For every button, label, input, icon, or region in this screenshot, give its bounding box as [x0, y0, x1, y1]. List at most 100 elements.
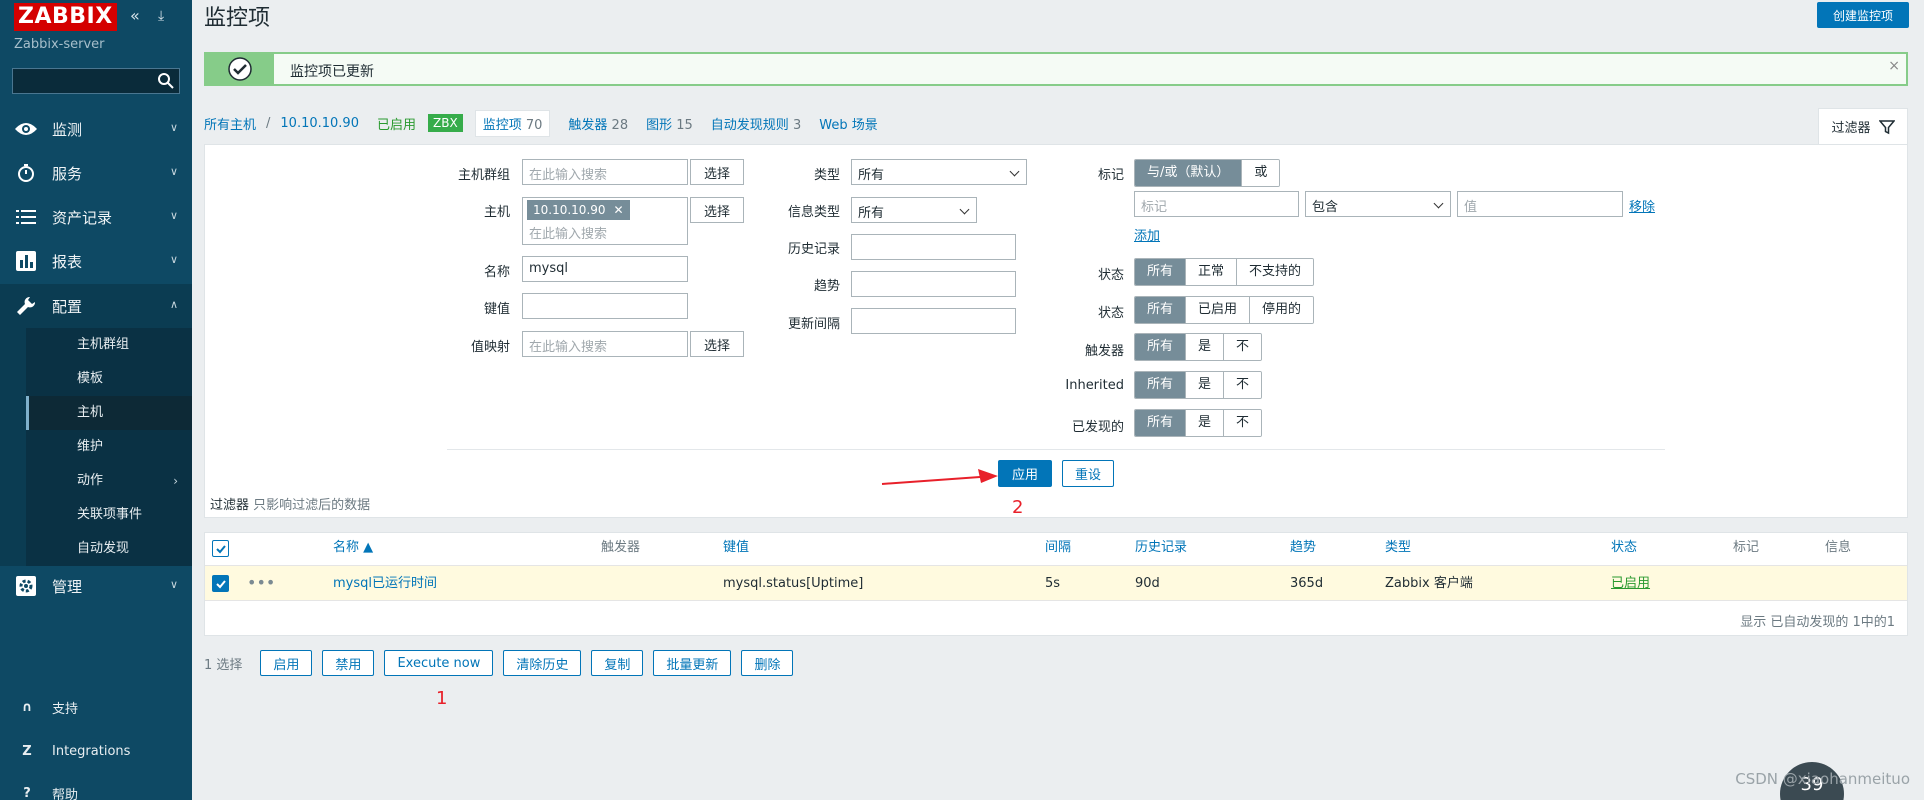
filter-toggle-tab[interactable]: 过滤器 [1818, 108, 1908, 144]
clear-history-button[interactable]: 清除历史 [503, 650, 582, 676]
sidebar-integrations[interactable]: Z Integrations [0, 734, 192, 768]
close-icon[interactable]: × [1888, 58, 1900, 74]
tag-value-input[interactable]: 值 [1457, 191, 1623, 217]
host-select-button[interactable]: 选择 [690, 197, 744, 223]
create-item-button[interactable]: 创建监控项 [1817, 2, 1909, 28]
execute-now-button[interactable]: Execute now [384, 650, 494, 676]
sidebar-item-discovery[interactable]: 自动发现 [0, 532, 192, 566]
nav-administration[interactable]: 管理 ∨ [0, 564, 192, 608]
triggers-toggle[interactable]: 所有 是 不 [1134, 333, 1263, 361]
sidebar-item-event-correlation[interactable]: 关联项事件 [0, 498, 192, 532]
item-name-link[interactable]: mysql已运行时间 [333, 566, 437, 602]
host-group-label: 主机群组 [457, 168, 510, 183]
host-chip[interactable]: 10.10.10.90 ✕ [527, 200, 630, 220]
copy-button[interactable]: 复制 [591, 650, 644, 676]
remove-chip-icon[interactable]: ✕ [614, 203, 624, 217]
sidebar-item-host-groups[interactable]: 主机群组 [0, 328, 192, 362]
value-map-select-button[interactable]: 选择 [690, 331, 744, 357]
mass-update-button[interactable]: 批量更新 [653, 650, 732, 676]
inherited-no-option[interactable]: 不 [1224, 372, 1262, 398]
enable-button[interactable]: 启用 [260, 650, 313, 676]
disable-button[interactable]: 禁用 [322, 650, 375, 676]
kiosk-mode-icon[interactable]: ⤓ [158, 8, 164, 24]
inherited-toggle[interactable]: 所有 是 不 [1134, 371, 1263, 399]
sidebar-item-templates[interactable]: 模板 [0, 362, 192, 396]
discovered-toggle[interactable]: 所有 是 不 [1134, 409, 1263, 437]
triggers-all-option[interactable]: 所有 [1135, 334, 1187, 360]
tag-name-input[interactable]: 标记 [1134, 191, 1299, 217]
reset-button[interactable]: 重设 [1062, 460, 1114, 487]
zabbix-logo[interactable]: ZABBIX [14, 3, 117, 31]
select-all-checkbox[interactable] [212, 540, 229, 557]
inherited-yes-option[interactable]: 是 [1186, 372, 1225, 398]
column-header-history[interactable]: 历史记录 [1135, 533, 1187, 563]
triggers-no-option[interactable]: 不 [1224, 334, 1262, 360]
tab-items[interactable]: 监控项 70 [474, 109, 551, 137]
tags-or-option[interactable]: 或 [1242, 160, 1280, 186]
nav-label: 管理 [52, 577, 83, 596]
apply-button[interactable]: 应用 [998, 460, 1052, 487]
state-all-option[interactable]: 所有 [1135, 259, 1187, 285]
discovered-no-option[interactable]: 不 [1224, 410, 1262, 436]
host-group-input[interactable]: 在此输入搜索 [522, 159, 688, 185]
triggers-yes-option[interactable]: 是 [1186, 334, 1225, 360]
nav-inventory[interactable]: 资产记录 ∨ [0, 195, 192, 239]
search-icon[interactable] [157, 72, 175, 90]
tags-evaltype-toggle[interactable]: 与/或（默认） 或 [1134, 159, 1281, 187]
state-unsupported-option[interactable]: 不支持的 [1237, 259, 1314, 285]
nav-services[interactable]: 服务 ∨ [0, 151, 192, 195]
remove-tag-link[interactable]: 移除 [1629, 196, 1655, 215]
nav-monitoring[interactable]: 监测 ∨ [0, 107, 192, 151]
collapse-sidebar-icon[interactable]: « [130, 6, 140, 25]
sub-label: 动作 [77, 473, 104, 488]
chevron-down-icon: ∨ [169, 253, 178, 266]
sub-label: 模板 [77, 371, 104, 386]
add-tag-link[interactable]: 添加 [1134, 225, 1160, 244]
column-header-status[interactable]: 状态 [1611, 533, 1637, 563]
discovered-all-option[interactable]: 所有 [1135, 410, 1187, 436]
sidebar-search-input[interactable] [12, 68, 180, 94]
value-map-input[interactable]: 在此输入搜索 [522, 331, 688, 357]
type-select[interactable]: 所有 [851, 159, 1027, 185]
sidebar-help[interactable]: ? 帮助 [0, 776, 192, 800]
sidebar-item-hosts[interactable]: 主机 [0, 396, 192, 430]
history-input[interactable] [851, 234, 1016, 260]
more-actions-icon[interactable]: ••• [247, 566, 275, 602]
update-interval-input[interactable] [851, 308, 1016, 334]
nav-configuration[interactable]: 配置 ∧ [0, 284, 192, 328]
trends-input[interactable] [851, 271, 1016, 297]
status-toggle[interactable]: 所有 已启用 停用的 [1134, 296, 1315, 324]
sidebar-item-maintenance[interactable]: 维护 [0, 430, 192, 464]
status-enabled-option[interactable]: 已启用 [1186, 297, 1251, 323]
sidebar-support[interactable]: ∩ 支持 [0, 690, 192, 724]
column-header-type[interactable]: 类型 [1385, 533, 1411, 563]
column-header-trends[interactable]: 趋势 [1290, 533, 1316, 563]
column-header-key[interactable]: 键值 [723, 533, 749, 563]
tab-triggers[interactable]: 触发器 28 [568, 114, 628, 133]
tab-web-scenarios[interactable]: Web 场景 [819, 114, 877, 133]
item-status-link[interactable]: 已启用 [1611, 566, 1650, 602]
sidebar-item-actions[interactable]: 动作 › [0, 464, 192, 498]
breadcrumb-all-hosts[interactable]: 所有主机 [204, 114, 256, 133]
tags-and-or-option[interactable]: 与/或（默认） [1135, 160, 1243, 186]
column-header-interval[interactable]: 间隔 [1045, 533, 1071, 563]
name-input[interactable]: mysql [522, 256, 688, 282]
nav-reports[interactable]: 报表 ∨ [0, 239, 192, 283]
row-checkbox[interactable] [212, 575, 229, 592]
host-group-select-button[interactable]: 选择 [690, 159, 744, 185]
tab-graphs[interactable]: 图形 15 [646, 114, 693, 133]
status-disabled-option[interactable]: 停用的 [1250, 297, 1314, 323]
state-normal-option[interactable]: 正常 [1186, 259, 1238, 285]
discovered-yes-option[interactable]: 是 [1186, 410, 1225, 436]
state-toggle[interactable]: 所有 正常 不支持的 [1134, 258, 1315, 286]
tab-discovery-rules[interactable]: 自动发现规则 3 [711, 114, 801, 133]
breadcrumb-host[interactable]: 10.10.10.90 [280, 116, 359, 131]
item-key: mysql.status[Uptime] [723, 576, 864, 591]
delete-button[interactable]: 删除 [741, 650, 794, 676]
info-type-select[interactable]: 所有 [851, 197, 977, 223]
tag-operator-select[interactable]: 包含 [1305, 191, 1451, 217]
status-all-option[interactable]: 所有 [1135, 297, 1187, 323]
key-input[interactable] [522, 293, 688, 319]
inherited-all-option[interactable]: 所有 [1135, 372, 1187, 398]
column-header-name[interactable]: 名称 ▲ [333, 533, 373, 563]
